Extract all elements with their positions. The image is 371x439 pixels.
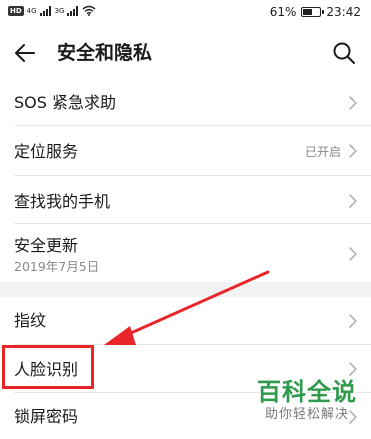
chevron-right-icon [349,144,357,158]
network-type-1: 4G [26,6,37,15]
hd-badge: HD [8,5,24,16]
arrow-left-icon [15,44,35,62]
chevron-right-icon [349,247,357,261]
battery-percent: 61% [269,5,297,19]
chevron-right-icon [349,96,357,110]
back-button[interactable] [12,40,38,66]
settings-group-biometrics: 指纹 人脸识别 锁屏密码 [0,297,371,439]
row-label-sos: SOS 紧急求助 [14,93,116,112]
chevron-right-icon [349,410,357,424]
signal-icon [39,5,51,16]
settings-group-general: SOS 紧急求助 定位服务 已开启 查找我的手机 安全更新 2019年7月5日 [0,80,371,282]
signal-icon-2 [67,5,79,16]
row-label-face-recognition: 人脸识别 [14,360,79,379]
settings-row-lock-screen-password[interactable]: 锁屏密码 [0,393,371,439]
chevron-right-icon [349,362,357,376]
app-header: 安全和隐私 [0,26,371,80]
chevron-right-icon [349,314,357,328]
wifi-icon [82,5,96,16]
settings-row-sos[interactable]: SOS 紧急求助 [0,80,371,126]
security-update-date: 2019年7月5日 [14,259,100,274]
row-label-lock-screen-password: 锁屏密码 [14,407,79,426]
chevron-right-icon [349,194,357,208]
status-left: HD 4G 3G [8,5,96,16]
row-label-security-update: 安全更新 [14,236,79,255]
network-type-2: 3G [54,6,65,15]
settings-row-find-my-phone[interactable]: 查找我的手机 [0,176,371,224]
status-bar: HD 4G 3G 61% 23:42 [0,0,371,26]
row-label-find-my-phone: 查找我的手机 [14,192,111,211]
battery-icon [301,7,325,17]
search-button[interactable] [331,40,357,66]
settings-row-security-update[interactable]: 安全更新 2019年7月5日 [0,224,371,282]
status-time: 23:42 [326,5,361,19]
location-status-value: 已开启 [304,145,341,159]
search-icon [333,42,355,64]
row-label-location: 定位服务 [14,142,79,161]
battery-fill [303,9,313,15]
page-title: 安全和隐私 [57,42,153,64]
settings-row-fingerprint[interactable]: 指纹 [0,297,371,345]
row-label-fingerprint: 指纹 [14,311,47,330]
settings-row-face-recognition[interactable]: 人脸识别 [0,345,371,393]
settings-row-location[interactable]: 定位服务 已开启 [0,126,371,176]
status-right: 61% 23:42 [270,5,361,19]
